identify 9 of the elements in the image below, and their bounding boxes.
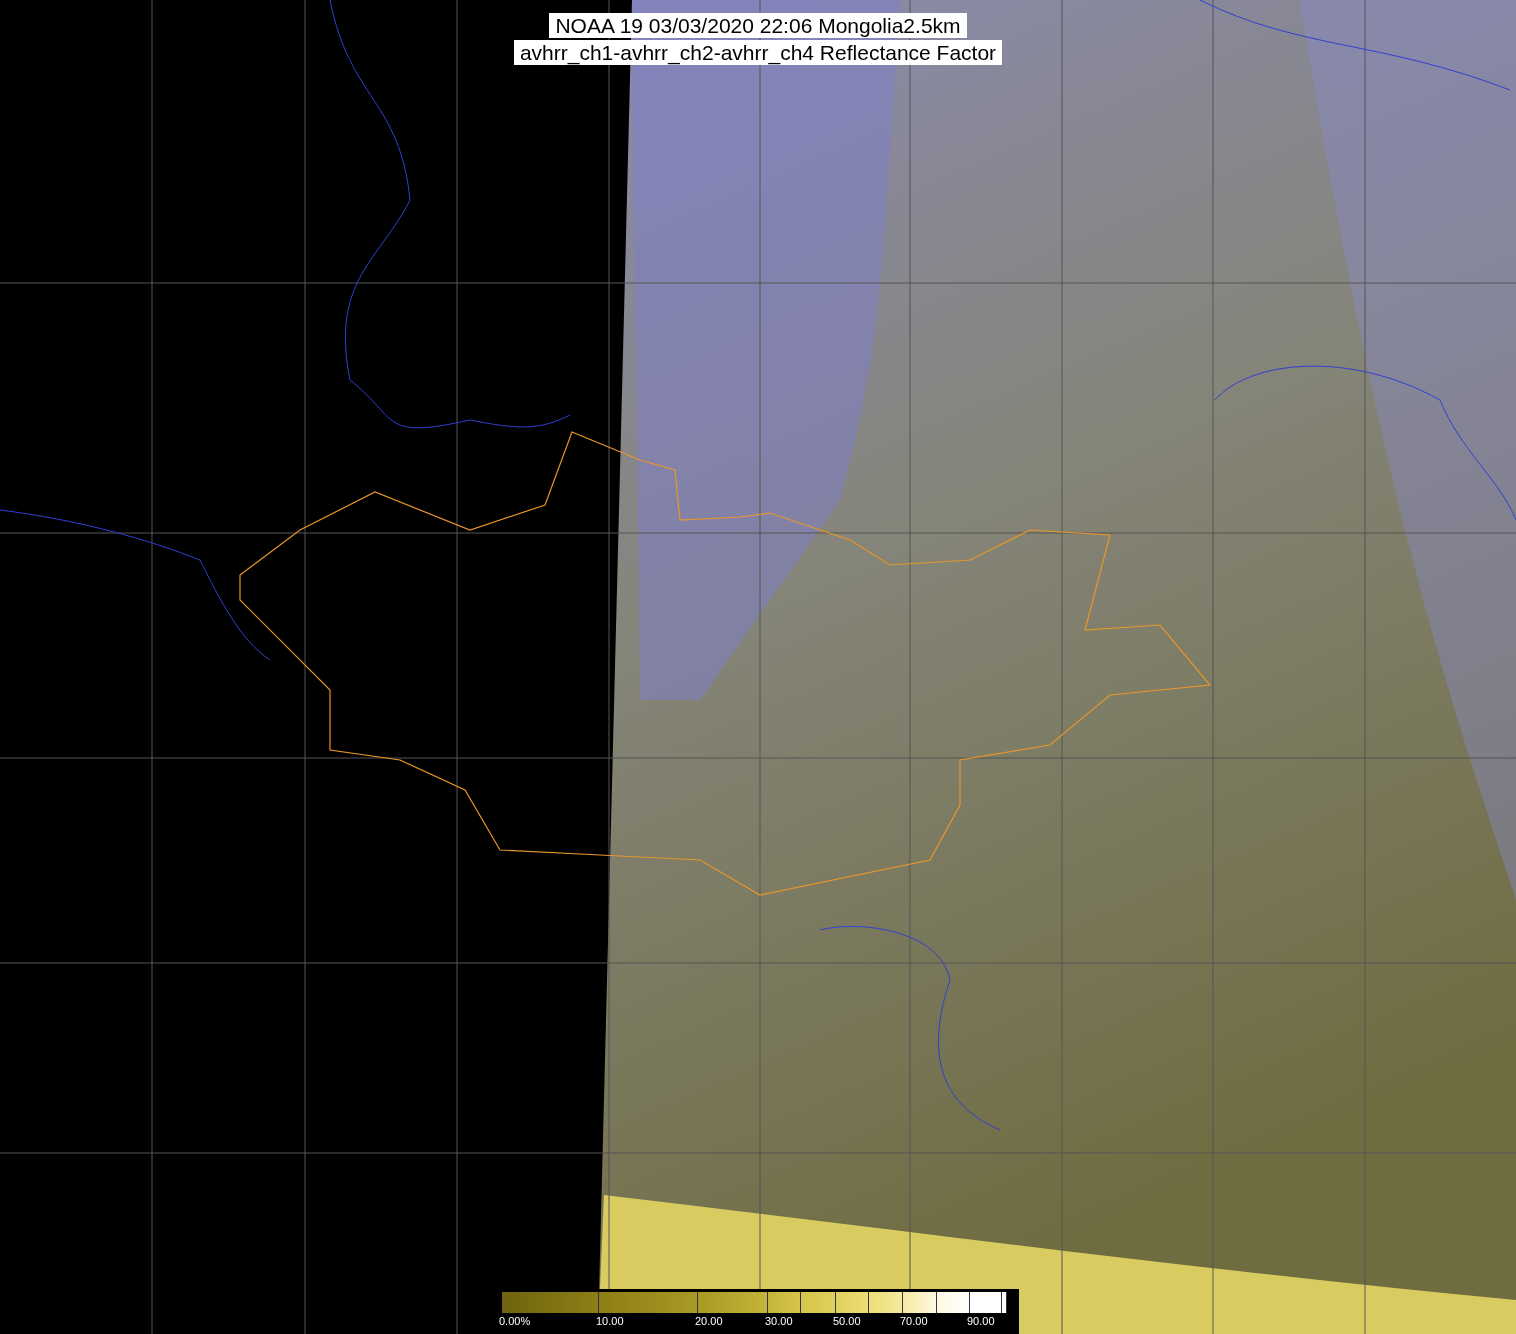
image-title: NOAA 19 03/03/2020 22:06 Mongolia2.5km [549, 13, 967, 38]
colorbar-label: 50.00 [833, 1315, 861, 1328]
colorbar-label: 70.00 [900, 1315, 928, 1328]
colorbar-label: 10.00 [596, 1315, 624, 1328]
image-subtitle: avhrr_ch1-avhrr_ch2-avhrr_ch4 Reflectance Factor [513, 40, 1003, 65]
colorbar-label: 30.00 [765, 1315, 793, 1328]
colorbar-label: 90.00 [967, 1315, 995, 1328]
colorbar-label: 0.00% [499, 1315, 531, 1328]
colorbar-label: 20.00 [695, 1315, 723, 1328]
